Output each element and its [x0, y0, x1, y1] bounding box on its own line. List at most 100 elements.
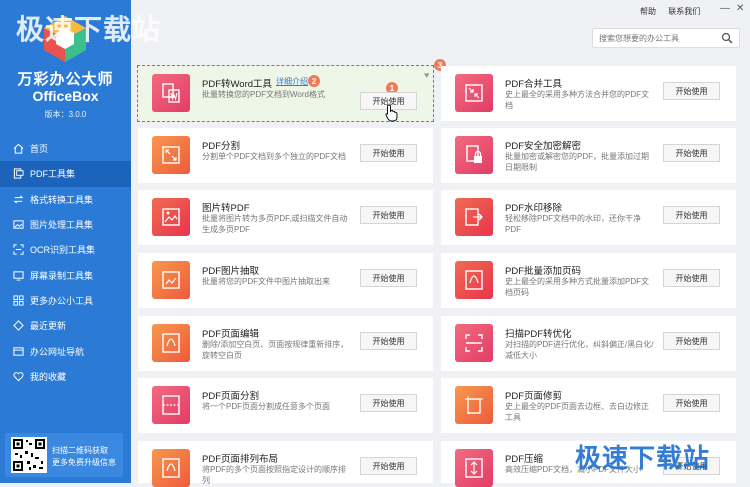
pdf-lock-icon — [455, 136, 493, 174]
tool-name: PDF分割 — [202, 141, 241, 152]
tool-card-watermark-remove[interactable]: PDF水印移除 轻松移除PDF文档中的水印，还你干净PDF 开始使用 — [441, 190, 736, 245]
tool-name: PDF页面排列布局 — [202, 454, 279, 465]
convert-icon — [12, 193, 24, 205]
tool-card-page-split[interactable]: PDF页面分割 将一个PDF页面分割成任意多个页面 开始使用 — [138, 378, 433, 433]
tool-card-page-layout[interactable]: PDF页面排列布局 将PDF的多个页面按照指定设计的顺序排列 开始使用 — [138, 441, 433, 487]
start-button[interactable]: 开始使用 — [360, 269, 417, 287]
sidebar-item-pdf-tools[interactable]: PDF工具集 — [0, 161, 131, 187]
home-icon — [12, 143, 24, 155]
watermark-remove-icon — [455, 198, 493, 236]
page-number-icon — [455, 261, 493, 299]
qr-text-line2: 更多免费升级信息 — [52, 458, 116, 467]
update-icon — [12, 320, 24, 332]
start-button[interactable]: 开始使用 — [360, 394, 417, 412]
qr-promo[interactable]: 扫描二维码获取 更多免费升级信息 — [5, 433, 123, 477]
favorite-heart-icon[interactable]: ♥ — [424, 70, 429, 80]
sidebar-item-image-tools[interactable]: 图片处理工具集 — [0, 212, 131, 237]
tool-card-pdf-encrypt[interactable]: PDF安全加密解密 批量加密或解密您的PDF，批量添加过期日期限制 开始使用 — [441, 128, 736, 183]
page-split-icon — [152, 386, 190, 424]
tool-desc: 批量加密或解密您的PDF，批量添加过期日期限制 — [505, 152, 649, 172]
pdf-to-word-icon — [152, 74, 190, 112]
tool-card-scan-optimize[interactable]: 扫描PDF转优化 对扫描的PDF进行优化，纠斜偏正/黑白化/减低大小 开始使用 — [441, 316, 736, 371]
tool-desc: 删除/添加空白页、页面按规律重新排序，旋转空白页 — [202, 340, 349, 360]
tool-name: PDF压缩 — [505, 454, 544, 465]
pdf-merge-icon — [455, 74, 493, 112]
sidebar-item-home[interactable]: 首页 — [0, 136, 131, 161]
app-version: 版本：3.0.0 — [44, 110, 87, 119]
tool-card-page-edit[interactable]: PDF页面编辑 删除/添加空白页、页面按规律重新排序，旋转空白页 开始使用 — [138, 316, 433, 371]
start-button[interactable]: 开始使用 — [360, 332, 417, 350]
search-icon[interactable] — [721, 32, 733, 44]
image-extract-icon — [152, 261, 190, 299]
tool-desc: 史上最全的采用多种方法合并您的PDF文档 — [505, 90, 649, 110]
grid-icon — [12, 294, 24, 306]
sidebar-item-favorites[interactable]: 我的收藏 — [0, 364, 131, 389]
sidebar-item-web-nav[interactable]: 办公网址导航 — [0, 338, 131, 363]
officebox-window: 万彩办公大师 OfficeBox 版本：3.0.0 首页 PDF工具集 格式转换… — [0, 0, 750, 487]
pdf-compress-icon — [455, 449, 493, 487]
tool-card-image-to-pdf[interactable]: 图片转PDF 批量将图片转为多页PDF,或扫描文件自动生成多页PDF 开始使用 — [138, 190, 433, 245]
sidebar-item-more-tools[interactable]: 更多办公小工具 — [0, 288, 131, 313]
tool-name: PDF页面分割 — [202, 391, 260, 402]
start-button[interactable]: 开始使用 — [663, 82, 720, 100]
tool-name: PDF页面编辑 — [202, 329, 260, 340]
detail-link[interactable]: 详细介绍 — [276, 76, 308, 87]
close-button[interactable]: ✕ — [736, 3, 744, 14]
tool-card-pdf-merge[interactable]: PDF合并工具 史上最全的采用多种方法合并您的PDF文档 开始使用 — [441, 66, 736, 121]
sidebar-item-record-tools[interactable]: 屏幕录制工具集 — [0, 262, 131, 287]
sidebar-item-label: 屏幕录制工具集 — [30, 270, 94, 281]
start-button[interactable]: 开始使用 — [663, 269, 720, 287]
sidebar-item-label: 更多办公小工具 — [30, 295, 94, 306]
start-button[interactable]: 开始使用 — [663, 144, 720, 162]
search-box[interactable] — [592, 28, 740, 48]
search-input[interactable] — [599, 32, 714, 44]
tool-card-page-trim[interactable]: PDF页面修剪 史上最全的PDF页面去边框、去白边修正工具 开始使用 — [441, 378, 736, 433]
start-button[interactable]: 开始使用 — [360, 206, 417, 224]
sidebar-item-label: 办公网址导航 — [30, 346, 85, 357]
tool-card-image-extract[interactable]: PDF图片抽取 批量将您的PDF文件中图片抽取出来 开始使用 — [138, 253, 433, 308]
tool-desc: 将一个PDF页面分割成任意多个页面 — [202, 402, 330, 411]
page-edit-icon — [152, 324, 190, 362]
start-button[interactable]: 开始使用 — [360, 144, 417, 162]
tool-name: PDF批量添加页码 — [505, 266, 582, 277]
tool-name: PDF安全加密解密 — [505, 141, 582, 152]
page-trim-icon — [455, 386, 493, 424]
start-button[interactable]: 开始使用 — [663, 394, 720, 412]
image-icon — [12, 219, 24, 231]
tool-card-pdf-to-word[interactable]: PDF转Word工具 详细介绍 2 批量转换您的PDF文档到Word格式 1 开… — [137, 59, 446, 122]
sidebar-item-ocr-tools[interactable]: OCR识别工具集 — [0, 237, 131, 262]
sidebar-item-convert-tools[interactable]: 格式转换工具集 — [0, 187, 131, 212]
sidebar-item-label: PDF工具集 — [30, 169, 76, 180]
sidebar-item-label: 首页 — [30, 144, 49, 155]
sidebar-item-recent-updates[interactable]: 最近更新 — [0, 313, 131, 338]
pdf-icon — [12, 168, 24, 180]
pdf-split-icon — [152, 136, 190, 174]
app-subtitle: OfficeBox — [32, 88, 99, 104]
tool-name: PDF转Word工具 — [202, 79, 273, 90]
start-button[interactable]: 开始使用 — [663, 206, 720, 224]
top-links: 帮助 联系我们 — [640, 6, 710, 17]
tool-name: PDF图片抽取 — [202, 266, 260, 277]
sidebar-item-label: OCR识别工具集 — [30, 245, 95, 256]
tool-name: 图片转PDF — [202, 203, 250, 214]
contact-link[interactable]: 联系我们 — [668, 7, 700, 16]
nav-icon — [12, 345, 24, 357]
tool-name: 扫描PDF转优化 — [505, 329, 572, 340]
heart-icon — [12, 370, 24, 382]
sidebar-item-label: 我的收藏 — [30, 371, 67, 382]
annotation-badge-2: 2 — [308, 75, 320, 87]
help-link[interactable]: 帮助 — [640, 7, 656, 16]
tool-card-pdf-split[interactable]: PDF分割 分割单个PDF文档到多个独立的PDF文档 开始使用 — [138, 128, 433, 183]
tool-desc: 分割单个PDF文档到多个独立的PDF文档 — [202, 152, 346, 161]
sidebar-item-label: 最近更新 — [30, 321, 67, 332]
qr-code-icon — [11, 437, 47, 473]
start-button[interactable]: 开始使用 — [360, 457, 417, 475]
tool-desc: 史上最全的PDF页面去边框、去白边修正工具 — [505, 402, 649, 422]
minimize-button[interactable]: — — [720, 3, 730, 14]
scan-optimize-icon — [455, 324, 493, 362]
tool-desc: 对扫描的PDF进行优化，纠斜偏正/黑白化/减低大小 — [505, 340, 654, 360]
start-button[interactable]: 开始使用 — [663, 332, 720, 350]
tool-name: PDF合并工具 — [505, 79, 563, 90]
watermark-top: 极速下载站 — [16, 14, 162, 45]
tool-card-page-number[interactable]: PDF批量添加页码 史上最全的采用多种方式批量添加PDF文档页码 开始使用 — [441, 253, 736, 308]
